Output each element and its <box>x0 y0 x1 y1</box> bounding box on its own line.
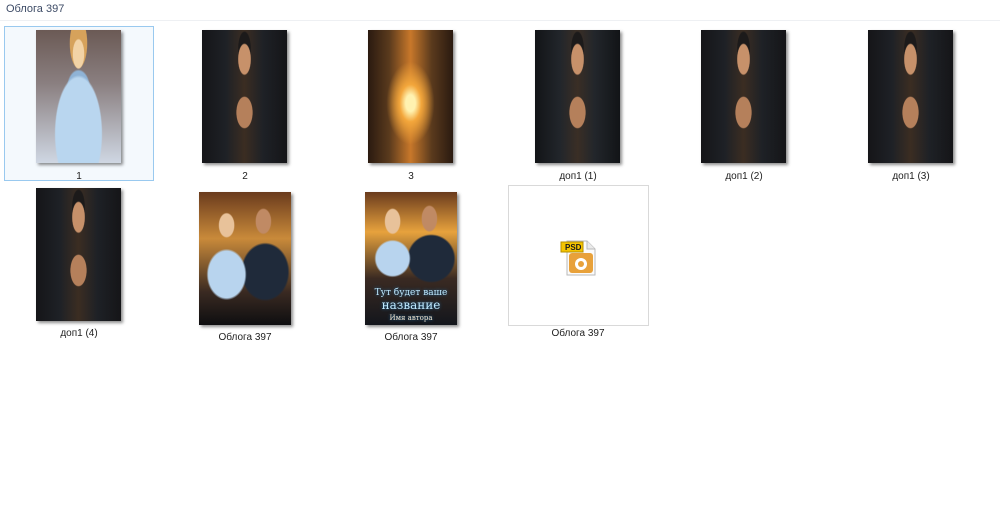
thumbnail-image <box>368 30 453 163</box>
psd-badge-text: PSD <box>565 243 582 252</box>
thumbnail-image <box>535 30 620 163</box>
file-label: доп1 (3) <box>892 171 930 182</box>
psd-file-icon: PSD <box>559 239 599 277</box>
file-label: 2 <box>242 171 248 182</box>
thumbnail-image: Тут будет ваше название Имя автора <box>365 192 457 325</box>
file-label: 3 <box>408 171 414 182</box>
thumbnail-image <box>202 30 287 163</box>
file-label: доп1 (2) <box>725 171 763 182</box>
window-title: Облога 397 <box>6 3 65 15</box>
thumbnail-image <box>36 30 121 163</box>
window-titlebar: Облога 397 <box>0 0 1000 21</box>
file-label: 1 <box>76 171 82 182</box>
cover-title-line-2: название <box>381 298 441 312</box>
file-label: Облога 397 <box>551 328 605 339</box>
cover-author: Имя автора <box>389 314 433 322</box>
thumbnail-image <box>199 192 291 325</box>
file-label: Облога 397 <box>384 332 438 343</box>
file-label: доп1 (1) <box>559 171 597 182</box>
thumbnail-image <box>36 188 121 321</box>
thumbnail-image <box>868 30 953 163</box>
file-label: доп1 (4) <box>60 328 98 339</box>
cover-title-line-1: Тут будет ваше <box>374 288 448 298</box>
thumbnail-image <box>701 30 786 163</box>
file-label: Облога 397 <box>218 332 272 343</box>
